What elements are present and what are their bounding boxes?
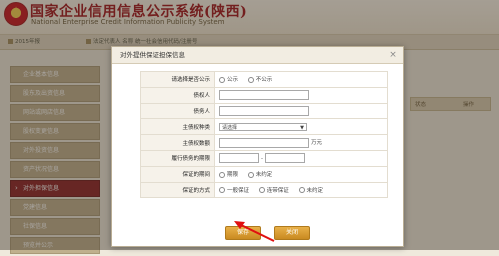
guarantee-form: 请选择是否公示 公示 不公示 债权人 债务人 主债权种类 请选择 ▼ 主债权数额 … [140, 71, 388, 199]
close-button[interactable]: 关闭 [274, 226, 310, 240]
guarantee-method-none-option[interactable]: 未约定 [298, 187, 323, 194]
period-separator: - [261, 155, 263, 162]
period-end-input[interactable] [264, 153, 305, 164]
claim-amount-unit: 万元 [311, 140, 323, 147]
radio-icon[interactable] [258, 187, 265, 194]
form-row-period: 履行债务的期限 - [140, 149, 388, 167]
period-label: 履行债务的期限 [140, 149, 215, 167]
form-row-claim-amount: 主债权数额 万元 [140, 134, 388, 151]
close-icon[interactable]: × [388, 50, 398, 60]
red-arrow-icon [234, 221, 275, 242]
guarantee-period-none-option[interactable]: 未约定 [247, 171, 272, 178]
guarantee-period-label: 保证的期间 [140, 165, 215, 183]
publish-no-option[interactable]: 不公示 [247, 76, 272, 83]
guarantee-method-label: 保证的方式 [140, 181, 215, 199]
form-row-claim-type: 主债权种类 请选择 ▼ [140, 118, 388, 136]
debtor-label: 债务人 [140, 102, 215, 120]
radio-icon[interactable] [298, 187, 305, 194]
debtor-input[interactable] [219, 105, 309, 116]
creditor-input[interactable] [219, 90, 309, 101]
dialog-title: 对外提供保证担保信息 [112, 47, 403, 64]
form-row-debtor: 债务人 [140, 102, 388, 120]
guarantee-method-joint-option[interactable]: 连带保证 [258, 187, 289, 194]
radio-icon[interactable] [247, 76, 254, 83]
radio-icon[interactable] [219, 76, 225, 83]
form-row-guarantee-method: 保证的方式 一般保证 连带保证 未约定 [140, 181, 388, 199]
claim-type-select[interactable]: 请选择 ▼ [219, 122, 307, 131]
claim-type-label: 主债权种类 [140, 118, 215, 136]
form-row-creditor: 债权人 [140, 86, 388, 104]
form-row-guarantee-period: 保证的期间 期限 未约定 [140, 165, 388, 183]
chevron-down-icon: ▼ [300, 124, 304, 131]
period-start-input[interactable] [219, 153, 259, 164]
claim-amount-input[interactable] [219, 137, 309, 148]
guarantee-period-term-option[interactable]: 期限 [219, 171, 238, 178]
radio-icon[interactable] [247, 171, 254, 178]
claim-amount-label: 主债权数额 [140, 134, 215, 151]
radio-icon[interactable] [219, 187, 225, 194]
publish-yes-option[interactable]: 公示 [219, 76, 238, 83]
guarantee-method-general-option[interactable]: 一般保证 [219, 187, 249, 194]
radio-icon[interactable] [219, 171, 225, 178]
form-row-publish: 请选择是否公示 公示 不公示 [140, 71, 388, 88]
publish-label: 请选择是否公示 [140, 71, 215, 88]
creditor-label: 债权人 [140, 86, 215, 104]
